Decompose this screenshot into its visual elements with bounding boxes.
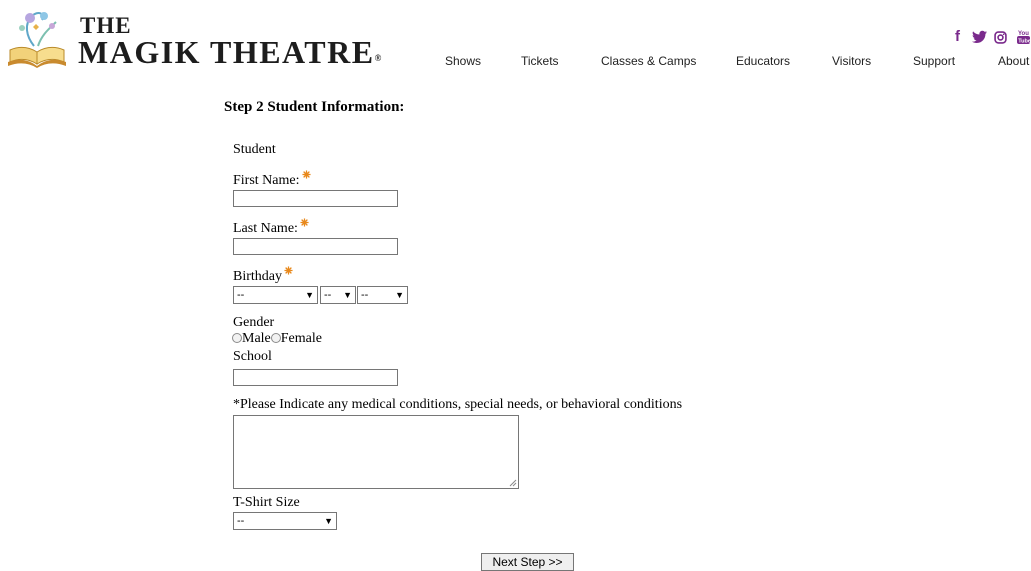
gender-female-label[interactable]: Female xyxy=(281,331,322,346)
birthday-label: Birthday xyxy=(233,266,293,285)
site-header: THE MAGIK THEATRE® f You Tube Shows Tick… xyxy=(0,0,1031,80)
birthday-day-select[interactable]: -- ▼ xyxy=(320,286,356,304)
nav-shows[interactable]: Shows xyxy=(445,54,481,68)
chevron-down-icon: ▼ xyxy=(343,290,352,300)
registered-mark: ® xyxy=(374,53,383,63)
required-icon xyxy=(284,266,293,275)
gender-male-radio[interactable] xyxy=(232,332,242,343)
first-name-label-text: First Name: xyxy=(233,173,300,188)
nav-tickets[interactable]: Tickets xyxy=(521,54,559,68)
first-name-input[interactable] xyxy=(233,190,398,207)
birthday-month-select[interactable]: -- ▼ xyxy=(233,286,318,304)
school-label: School xyxy=(233,349,272,364)
gender-female-radio[interactable] xyxy=(270,332,281,343)
site-logo[interactable]: THE MAGIK THEATRE® xyxy=(6,6,386,69)
youtube-icon[interactable]: You Tube xyxy=(1017,29,1030,45)
last-name-label-text: Last Name: xyxy=(233,221,298,236)
medical-conditions-textarea[interactable] xyxy=(233,415,519,489)
birthday-label-text: Birthday xyxy=(233,269,282,284)
school-input[interactable] xyxy=(233,369,398,386)
chevron-down-icon: ▼ xyxy=(324,516,333,526)
twitter-icon[interactable] xyxy=(972,30,987,44)
facebook-icon[interactable]: f xyxy=(955,28,960,45)
tshirt-size-select[interactable]: -- ▼ xyxy=(233,512,337,530)
birthday-month-value: -- xyxy=(237,289,245,301)
nav-about[interactable]: About xyxy=(998,54,1029,68)
birthday-day-value: -- xyxy=(324,289,332,301)
birthday-year-value: -- xyxy=(361,289,369,301)
gender-male-label[interactable]: Male xyxy=(242,331,271,346)
birthday-year-select[interactable]: -- ▼ xyxy=(357,286,408,304)
chevron-down-icon: ▼ xyxy=(395,290,404,300)
gender-label: Gender xyxy=(233,315,275,330)
book-logo-icon xyxy=(8,12,66,68)
step-title: Step 2 Student Information: xyxy=(224,99,405,115)
next-step-button[interactable]: Next Step >> xyxy=(481,553,574,571)
required-icon xyxy=(300,218,309,227)
svg-text:Tube: Tube xyxy=(1018,39,1030,45)
nav-educators[interactable]: Educators xyxy=(736,54,790,68)
last-name-input[interactable] xyxy=(233,238,398,255)
nav-visitors[interactable]: Visitors xyxy=(832,54,871,68)
first-name-label: First Name: xyxy=(233,170,311,189)
tshirt-size-label: T-Shirt Size xyxy=(233,495,300,510)
tshirt-size-value: -- xyxy=(237,515,245,527)
section-label-student: Student xyxy=(233,142,276,157)
medical-conditions-label: *Please Indicate any medical conditions,… xyxy=(233,397,683,412)
gender-options: Male Female xyxy=(232,331,322,347)
instagram-icon[interactable] xyxy=(994,31,1007,44)
required-icon xyxy=(301,170,311,179)
nav-support[interactable]: Support xyxy=(913,54,955,68)
nav-classes-camps[interactable]: Classes & Camps xyxy=(601,54,696,68)
logo-name-text: MAGIK THEATRE xyxy=(78,34,375,70)
social-links: f You Tube xyxy=(954,28,1031,46)
resize-handle-icon[interactable] xyxy=(509,479,517,487)
logo-text-name: MAGIK THEATRE® xyxy=(78,35,383,69)
last-name-label: Last Name: xyxy=(233,218,309,237)
chevron-down-icon: ▼ xyxy=(305,290,314,300)
